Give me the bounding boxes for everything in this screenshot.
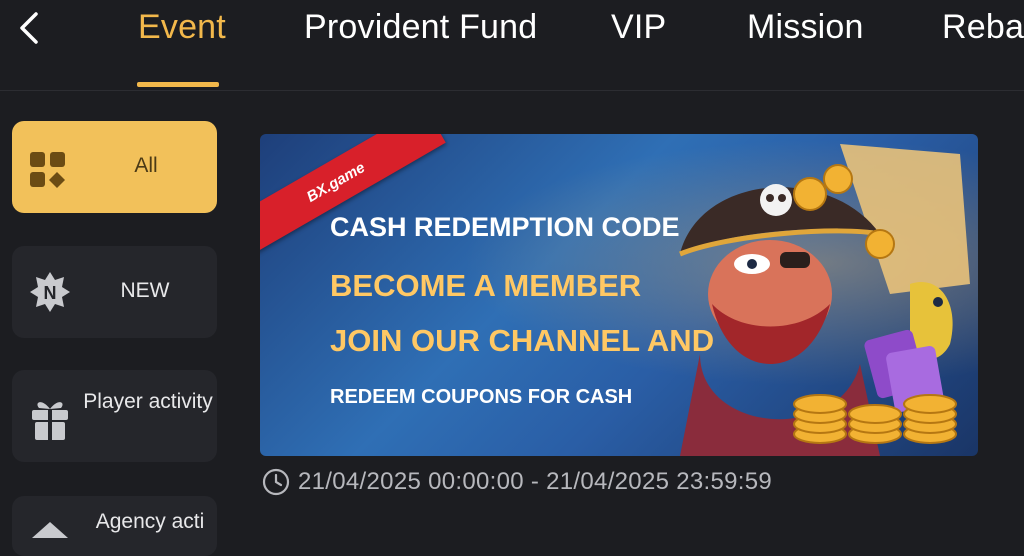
banner-line-redeem: REDEEM COUPONS FOR CASH	[330, 386, 633, 408]
agency-icon	[32, 522, 68, 538]
tab-provident-fund[interactable]: Provident Fund	[304, 8, 537, 47]
tab-mission[interactable]: Mission	[747, 8, 864, 47]
sidebar-item-agency-activity[interactable]: Agency acti	[12, 496, 217, 556]
active-tab-indicator	[137, 82, 219, 87]
sidebar-item-label: Agency acti	[95, 510, 205, 533]
sidebar-item-label: All	[134, 154, 158, 177]
svg-text:N: N	[44, 283, 57, 303]
clock-icon	[262, 468, 290, 496]
top-navigation-bar: Event Provident Fund VIP Mission Reba	[0, 0, 1024, 91]
grid-icon	[30, 152, 65, 188]
date-range-text: 21/04/2025 00:00:00 - 21/04/2025 23:59:5…	[298, 468, 773, 495]
sidebar-item-label: NEW	[120, 279, 170, 302]
tab-vip[interactable]: VIP	[611, 8, 666, 47]
banner-headline: CASH REDEMPTION CODE	[330, 212, 680, 242]
new-badge-icon: N	[30, 272, 70, 312]
gift-icon	[32, 402, 68, 440]
event-date-range: 21/04/2025 00:00:00 - 21/04/2025 23:59:5…	[262, 466, 772, 498]
sidebar-item-label: Player activity	[83, 390, 213, 413]
brand-logo-text: BX.game	[303, 158, 368, 206]
category-sidebar: All N NEW Player activity Agency acti	[0, 92, 232, 556]
sidebar-item-player-activity[interactable]: Player activity	[12, 370, 217, 462]
pirate-illustration	[679, 144, 970, 456]
tab-event[interactable]: Event	[138, 8, 226, 47]
tab-rebate[interactable]: Reba	[942, 8, 1024, 47]
banner-line-member: BECOME A MEMBER	[330, 268, 642, 303]
sidebar-item-all[interactable]: All	[12, 121, 217, 213]
event-banner[interactable]: BX.game CASH REDEMPTION CODE BECOME A ME…	[260, 134, 978, 456]
sidebar-item-new[interactable]: N NEW	[12, 246, 217, 338]
brand-ribbon: BX.game	[260, 134, 446, 268]
back-arrow-icon[interactable]	[14, 10, 44, 46]
